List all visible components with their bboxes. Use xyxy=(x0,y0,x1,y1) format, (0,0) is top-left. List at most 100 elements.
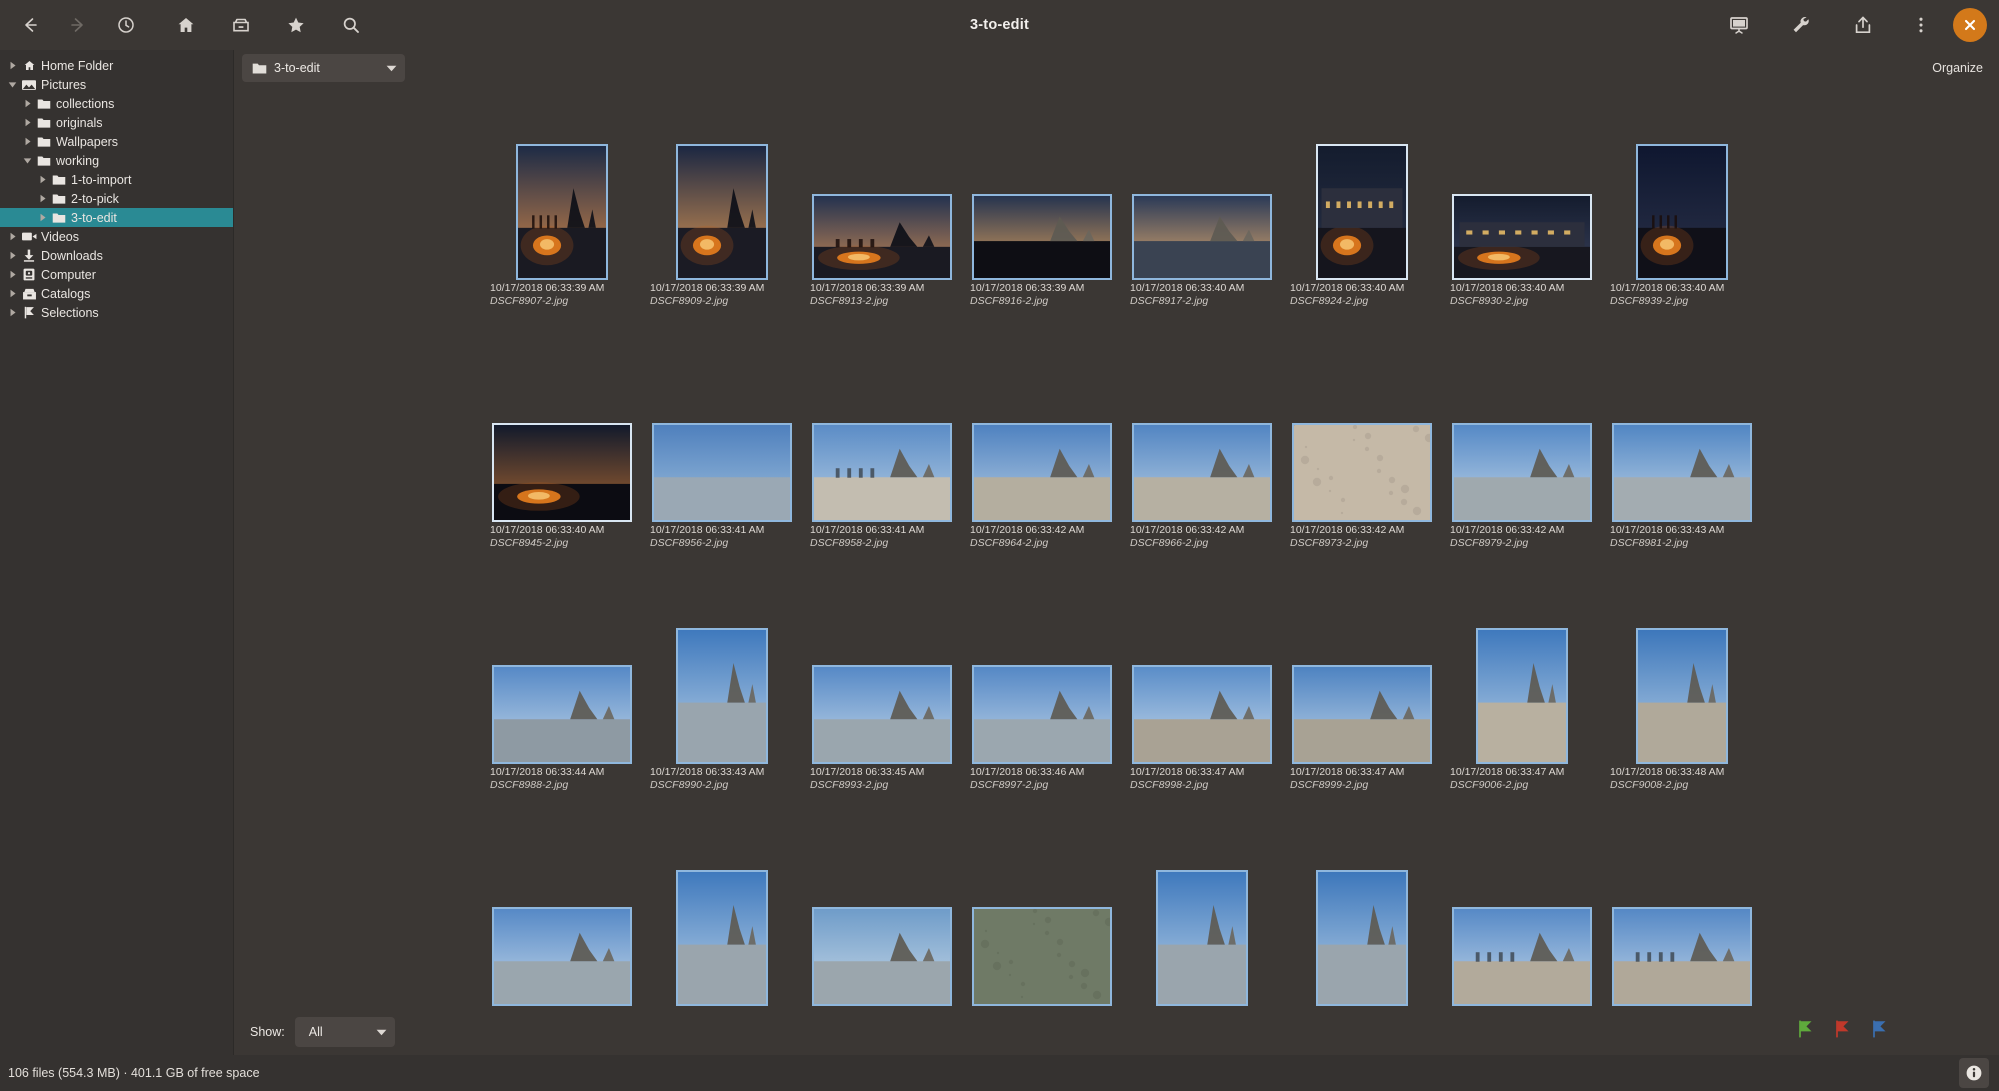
thumbnail-image-wrap[interactable] xyxy=(802,94,962,282)
thumbnail-cell[interactable]: 10/17/2018 06:33:48 AM DSCF9008-2.jpg xyxy=(1602,578,1762,820)
thumbnail-cell[interactable]: 10/17/2018 06:33:40 AM DSCF8924-2.jpg xyxy=(1282,94,1442,336)
thumbnail-image-wrap[interactable] xyxy=(642,578,802,766)
folder-path-dropdown[interactable]: 3-to-edit xyxy=(242,54,405,82)
thumbnail-image-wrap[interactable] xyxy=(1282,820,1442,1008)
sidebar-item-home-folder[interactable]: Home Folder xyxy=(0,56,233,75)
thumbnail-image[interactable] xyxy=(1132,423,1272,522)
thumbnail-image-wrap[interactable] xyxy=(962,578,1122,766)
info-button[interactable] xyxy=(1959,1058,1989,1088)
thumbnail-image[interactable] xyxy=(676,870,768,1006)
thumbnail-image[interactable] xyxy=(1132,194,1272,280)
sidebar-item-working[interactable]: working xyxy=(0,151,233,170)
thumbnail-cell[interactable] xyxy=(642,820,802,1008)
chevron-down-icon[interactable] xyxy=(19,156,35,165)
thumbnail-image[interactable] xyxy=(1452,907,1592,1006)
thumbnail-cell[interactable]: 10/17/2018 06:33:40 AM DSCF8930-2.jpg xyxy=(1442,94,1602,336)
thumbnail-image-wrap[interactable] xyxy=(642,820,802,1008)
thumbnail-image[interactable] xyxy=(652,423,792,522)
thumbnail-image-wrap[interactable] xyxy=(962,94,1122,282)
thumbnail-cell[interactable] xyxy=(802,820,962,1008)
thumbnail-image[interactable] xyxy=(1132,665,1272,764)
thumbnail-cell[interactable] xyxy=(1122,820,1282,1008)
home-icon[interactable] xyxy=(166,5,206,45)
thumbnail-cell[interactable] xyxy=(1442,820,1602,1008)
overflow-menu-icon[interactable] xyxy=(1901,5,1941,45)
thumbnail-image[interactable] xyxy=(1316,870,1408,1006)
thumbnail-image[interactable] xyxy=(676,144,768,280)
thumbnail-image[interactable] xyxy=(492,907,632,1006)
thumbnail-cell[interactable]: 10/17/2018 06:33:39 AM DSCF8907-2.jpg xyxy=(482,94,642,336)
thumbnail-cell[interactable]: 10/17/2018 06:33:39 AM DSCF8916-2.jpg xyxy=(962,94,1122,336)
sidebar-item-selections[interactable]: Selections xyxy=(0,303,233,322)
thumbnail-image[interactable] xyxy=(516,144,608,280)
sidebar-item-computer[interactable]: Computer xyxy=(0,265,233,284)
thumbnail-image-wrap[interactable] xyxy=(1122,578,1282,766)
thumbnail-image-wrap[interactable] xyxy=(1442,820,1602,1008)
thumbnail-cell[interactable] xyxy=(962,820,1122,1008)
thumbnail-cell[interactable]: 10/17/2018 06:33:47 AM DSCF8998-2.jpg xyxy=(1122,578,1282,820)
thumbnail-cell[interactable] xyxy=(1602,820,1762,1008)
chevron-right-icon[interactable] xyxy=(34,175,50,184)
chevron-right-icon[interactable] xyxy=(19,118,35,127)
chevron-right-icon[interactable] xyxy=(19,99,35,108)
thumbnail-image-wrap[interactable] xyxy=(1602,820,1762,1008)
thumbnail-cell[interactable]: 10/17/2018 06:33:45 AM DSCF8993-2.jpg xyxy=(802,578,962,820)
thumbnail-image[interactable] xyxy=(1612,907,1752,1006)
thumbnail-cell[interactable]: 10/17/2018 06:33:43 AM DSCF8981-2.jpg xyxy=(1602,336,1762,578)
thumbnail-image-wrap[interactable] xyxy=(802,336,962,524)
flag-blue-icon[interactable] xyxy=(1872,1020,1887,1043)
thumbnail-cell[interactable]: 10/17/2018 06:33:40 AM DSCF8939-2.jpg xyxy=(1602,94,1762,336)
thumbnail-image[interactable] xyxy=(1636,144,1728,280)
thumbnail-cell[interactable]: 10/17/2018 06:33:43 AM DSCF8990-2.jpg xyxy=(642,578,802,820)
sidebar-item-catalogs[interactable]: Catalogs xyxy=(0,284,233,303)
thumbnail-image-wrap[interactable] xyxy=(1122,336,1282,524)
thumbnail-image-wrap[interactable] xyxy=(1122,94,1282,282)
thumbnail-image[interactable] xyxy=(1476,628,1568,764)
thumbnail-image[interactable] xyxy=(812,665,952,764)
thumbnail-image-wrap[interactable] xyxy=(642,94,802,282)
organize-button[interactable]: Organize xyxy=(1932,61,1983,75)
thumbnail-cell[interactable]: 10/17/2018 06:33:40 AM DSCF8917-2.jpg xyxy=(1122,94,1282,336)
thumbnail-image[interactable] xyxy=(1636,628,1728,764)
thumbnail-cell[interactable]: 10/17/2018 06:33:42 AM DSCF8979-2.jpg xyxy=(1442,336,1602,578)
sidebar-item-pictures[interactable]: Pictures xyxy=(0,75,233,94)
sidebar-item-originals[interactable]: originals xyxy=(0,113,233,132)
thumbnail-image[interactable] xyxy=(1452,423,1592,522)
thumbnail-image[interactable] xyxy=(1316,144,1408,280)
thumbnail-image-wrap[interactable] xyxy=(802,820,962,1008)
thumbnail-cell[interactable]: 10/17/2018 06:33:40 AM DSCF8945-2.jpg xyxy=(482,336,642,578)
thumbnail-image-wrap[interactable] xyxy=(802,578,962,766)
chevron-down-icon[interactable] xyxy=(4,80,20,89)
chevron-right-icon[interactable] xyxy=(34,194,50,203)
flag-green-icon[interactable] xyxy=(1798,1020,1813,1043)
thumbnail-image-wrap[interactable] xyxy=(1602,578,1762,766)
thumbnail-image[interactable] xyxy=(972,423,1112,522)
thumbnail-image[interactable] xyxy=(812,194,952,280)
thumbnail-image-wrap[interactable] xyxy=(1442,94,1602,282)
thumbnail-image[interactable] xyxy=(676,628,768,764)
thumbnail-image[interactable] xyxy=(972,907,1112,1006)
thumbnail-image-wrap[interactable] xyxy=(962,820,1122,1008)
chevron-right-icon[interactable] xyxy=(4,270,20,279)
thumbnail-image[interactable] xyxy=(1292,665,1432,764)
thumbnail-image[interactable] xyxy=(492,665,632,764)
thumbnail-cell[interactable]: 10/17/2018 06:33:41 AM DSCF8956-2.jpg xyxy=(642,336,802,578)
chevron-right-icon[interactable] xyxy=(34,213,50,222)
chevron-right-icon[interactable] xyxy=(19,137,35,146)
thumbnail-image-wrap[interactable] xyxy=(962,336,1122,524)
chevron-right-icon[interactable] xyxy=(4,308,20,317)
catalog-icon[interactable] xyxy=(221,5,261,45)
flag-red-icon[interactable] xyxy=(1835,1020,1850,1043)
thumbnail-image-wrap[interactable] xyxy=(1282,336,1442,524)
sidebar-item-videos[interactable]: Videos xyxy=(0,227,233,246)
thumbnail-image[interactable] xyxy=(492,423,632,522)
sidebar-item-3-to-edit[interactable]: 3-to-edit xyxy=(0,208,233,227)
sidebar-item-collections[interactable]: collections xyxy=(0,94,233,113)
thumbnail-image[interactable] xyxy=(972,665,1112,764)
thumbnail-image-wrap[interactable] xyxy=(482,336,642,524)
search-icon[interactable] xyxy=(331,5,371,45)
thumbnail-image-wrap[interactable] xyxy=(1282,94,1442,282)
thumbnail-cell[interactable]: 10/17/2018 06:33:47 AM DSCF8999-2.jpg xyxy=(1282,578,1442,820)
thumbnail-image-wrap[interactable] xyxy=(482,820,642,1008)
thumbnail-image[interactable] xyxy=(1612,423,1752,522)
